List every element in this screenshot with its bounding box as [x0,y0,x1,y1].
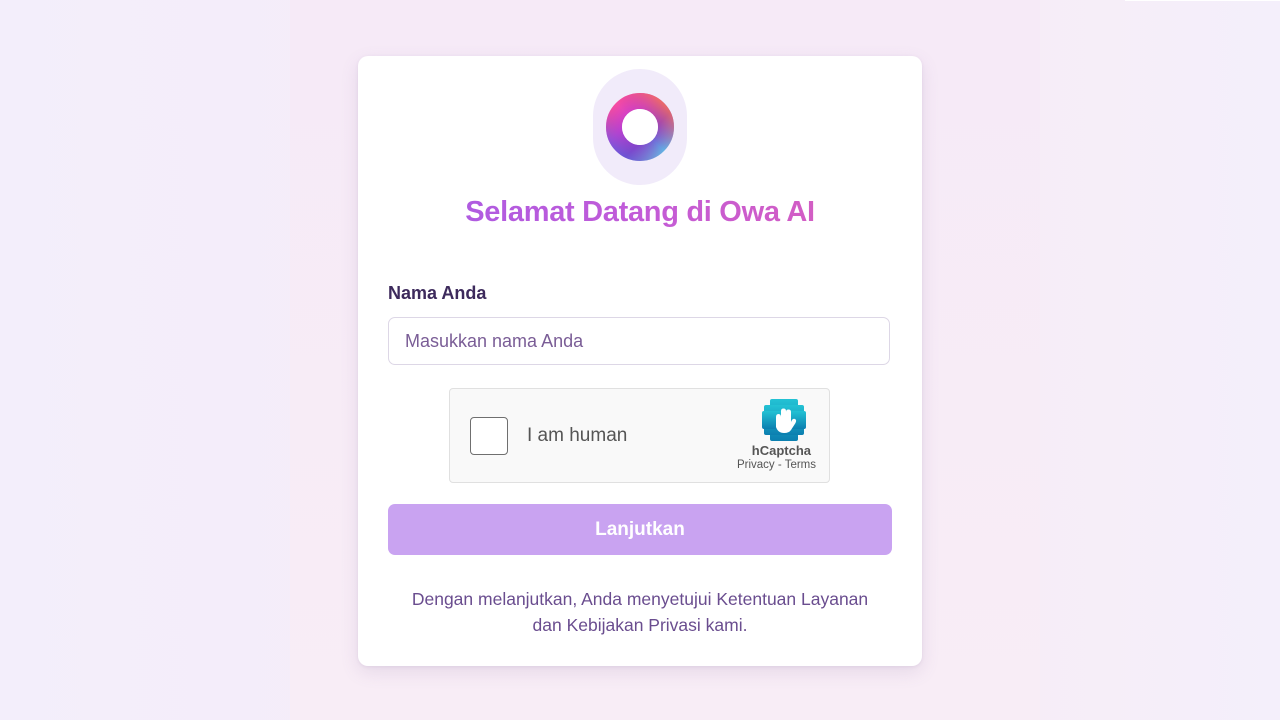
owa-ring-logo-icon [606,93,674,161]
login-card: Selamat Datang di Owa AI Nama Anda I am … [358,56,922,666]
top-edge-line [1125,0,1280,1]
hcaptcha-brand-label: hCaptcha [751,443,811,458]
name-label: Nama Anda [388,283,487,303]
continue-button[interactable]: Lanjutkan [388,504,892,555]
captcha-privacy-link[interactable]: Privacy [737,459,775,471]
captcha-links: Privacy - Terms [737,459,816,471]
captcha-terms-link[interactable]: Terms [785,459,816,471]
legal-notice: Dengan melanjutkan, Anda menyetujui Kete… [388,586,892,638]
hcaptcha-hand-icon [762,399,806,441]
welcome-title: Selamat Datang di Owa AI [358,196,922,229]
captcha-checkbox[interactable] [470,417,508,455]
captcha-link-separator: - [777,459,782,471]
owa-logo-badge [593,69,687,185]
hcaptcha-widget: I am human hCaptcha Privacy - Terms [449,388,830,483]
name-input[interactable] [388,317,890,365]
captcha-checkbox-label: I am human [527,425,628,446]
legal-notice-line-1: Dengan melanjutkan, Anda menyetujui Kete… [411,589,869,609]
legal-notice-line-2: dan Kebijakan Privasi kami. [532,615,748,635]
